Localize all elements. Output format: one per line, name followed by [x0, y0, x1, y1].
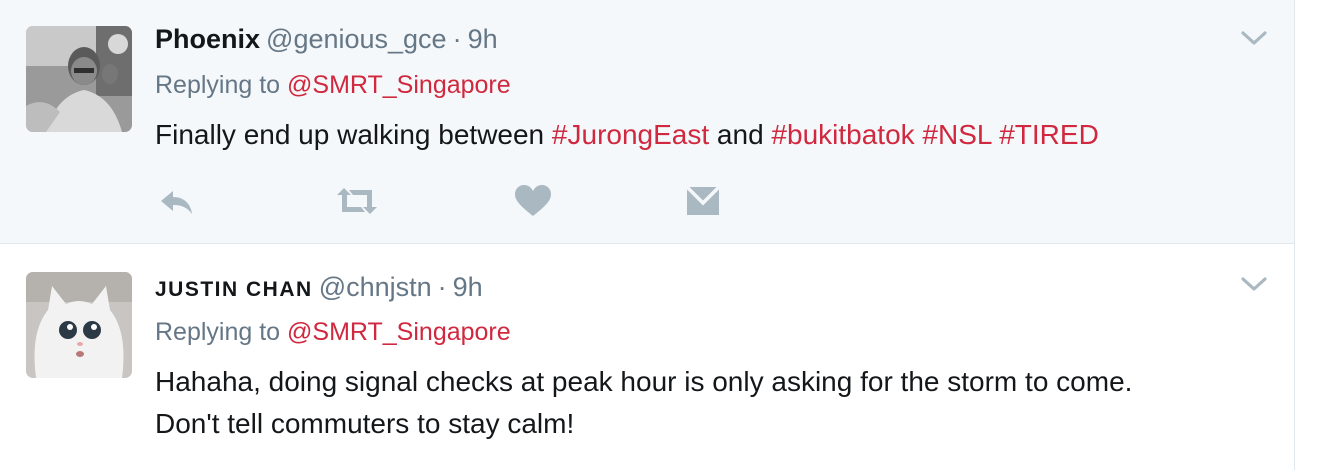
- username[interactable]: @chnjstn: [319, 272, 432, 302]
- username[interactable]: @genious_gce: [266, 24, 447, 54]
- tweet-text: Hahaha, doing signal checks at peak hour…: [155, 361, 1275, 445]
- text-segment: Finally end up walking between: [155, 119, 552, 150]
- replying-label: Replying to: [155, 318, 281, 346]
- timestamp[interactable]: 9h: [468, 24, 498, 54]
- tweet[interactable]: Phoenix @genious_gce · 9h Replying to @SMRT…: [0, 0, 1294, 244]
- reply-context: Replying to @SMRT_Singapore: [155, 70, 511, 100]
- tweet[interactable]: JUSTIN CHAN @chnjstn · 9h Replying to @SMRT…: [0, 244, 1294, 470]
- text-line: Hahaha, doing signal checks at peak hour…: [155, 366, 1133, 397]
- separator: ·: [437, 272, 447, 302]
- avatar[interactable]: [26, 26, 132, 132]
- text-segment: and: [709, 119, 772, 150]
- mention-link[interactable]: @SMRT_Singapore: [287, 71, 511, 99]
- like-icon[interactable]: [513, 183, 553, 219]
- fullname[interactable]: Phoenix: [155, 24, 260, 54]
- tweet-text: Finally end up walking between #JurongEa…: [155, 114, 1275, 156]
- message-icon[interactable]: [683, 183, 723, 219]
- chevron-down-icon[interactable]: [1240, 274, 1268, 294]
- retweet-icon[interactable]: [335, 183, 377, 219]
- hashtag-link[interactable]: #TIRED: [999, 119, 1099, 150]
- separator: ·: [452, 24, 462, 54]
- reply-context: Replying to @SMRT_Singapore: [155, 317, 511, 347]
- scrollbar-track[interactable]: [1295, 0, 1321, 470]
- mention-link[interactable]: @SMRT_Singapore: [287, 318, 511, 346]
- tweet-header: Phoenix @genious_gce · 9h: [155, 22, 498, 56]
- hashtag-link[interactable]: #bukitbatok: [771, 119, 914, 150]
- chevron-down-icon[interactable]: [1240, 28, 1268, 48]
- avatar[interactable]: [26, 272, 132, 378]
- timestamp[interactable]: 9h: [453, 272, 483, 302]
- text-line: Don't tell commuters to stay calm!: [155, 408, 575, 439]
- fullname[interactable]: JUSTIN CHAN: [155, 278, 313, 301]
- reply-icon[interactable]: [157, 183, 197, 219]
- hashtag-link[interactable]: #NSL: [922, 119, 991, 150]
- hashtag-link[interactable]: #JurongEast: [552, 119, 709, 150]
- replying-label: Replying to: [155, 71, 281, 99]
- timeline: Phoenix @genious_gce · 9h Replying to @SMRT…: [0, 0, 1295, 470]
- tweet-header: JUSTIN CHAN @chnjstn · 9h: [155, 270, 483, 304]
